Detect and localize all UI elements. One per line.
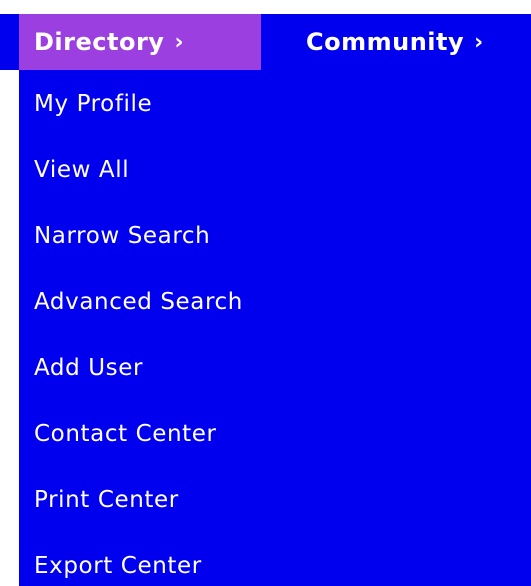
menu-item-print-center[interactable]: Print Center — [34, 480, 179, 520]
tab-directory-label: Directory — [34, 28, 165, 56]
chevron-right-icon: › — [474, 29, 484, 55]
tab-community-label: Community — [306, 28, 465, 56]
top-nav-bar: Directory › Community › — [0, 14, 531, 70]
menu-item-advanced-search[interactable]: Advanced Search — [34, 282, 243, 322]
tab-community[interactable]: Community › — [306, 14, 531, 70]
menu-item-add-user[interactable]: Add User — [34, 348, 143, 388]
menu-item-export-center[interactable]: Export Center — [34, 546, 202, 586]
tab-directory[interactable]: Directory › — [19, 14, 261, 70]
menu-item-narrow-search[interactable]: Narrow Search — [34, 216, 210, 256]
page: Directory › Community › My Profile View … — [0, 0, 531, 586]
menu-item-my-profile[interactable]: My Profile — [34, 84, 152, 124]
menu-item-view-all[interactable]: View All — [34, 150, 129, 190]
menu-item-contact-center[interactable]: Contact Center — [34, 414, 217, 454]
chevron-right-icon: › — [174, 29, 185, 55]
directory-dropdown-menu: My Profile View All Narrow Search Advanc… — [19, 70, 531, 586]
